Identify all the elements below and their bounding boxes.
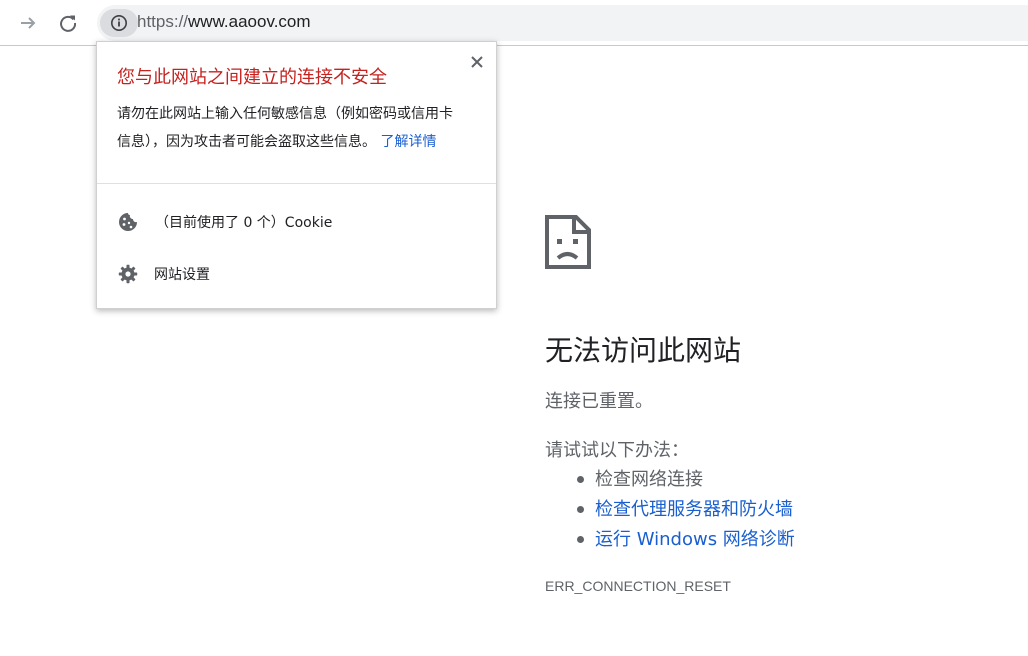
url-scheme: https://: [137, 12, 189, 31]
suggestion-list: 检查网络连接 检查代理服务器和防火墙 运行 Windows 网络诊断: [545, 465, 795, 555]
url-text[interactable]: https://www.aaoov.com: [137, 12, 311, 32]
suggestion-label[interactable]: 检查代理服务器和防火墙: [595, 499, 793, 520]
reload-icon: [60, 15, 77, 32]
bullet: [577, 476, 584, 483]
sad-document-icon: [545, 215, 591, 269]
cookies-label: （目前使用了 0 个）Cookie: [155, 215, 333, 231]
gear-icon: [117, 263, 139, 285]
popup-title: 您与此网站之间建立的连接不安全: [117, 67, 387, 88]
suggestion-label: 检查网络连接: [595, 469, 703, 490]
cookie-icon: [117, 211, 139, 233]
forward-arrow-icon: [21, 17, 36, 29]
forward-button[interactable]: [15, 10, 41, 36]
reload-button[interactable]: [55, 10, 81, 36]
popup-body-line2-text: 信息），因为攻击者可能会盗取这些信息。: [117, 134, 376, 150]
popup-body-line2: 信息），因为攻击者可能会盗取这些信息。 了解详情: [117, 128, 482, 156]
close-icon: [471, 56, 483, 68]
learn-more-link[interactable]: 了解详情: [380, 134, 436, 150]
cookies-row[interactable]: （目前使用了 0 个）Cookie: [117, 210, 477, 234]
error-title: 无法访问此网站: [545, 335, 742, 366]
site-settings-label: 网站设置: [154, 267, 210, 283]
info-icon: [111, 15, 127, 31]
bullet: [577, 506, 584, 513]
suggestion-label[interactable]: 运行 Windows 网络诊断: [595, 529, 795, 550]
address-bar[interactable]: https://www.aaoov.com: [97, 5, 1028, 41]
suggestion-check-proxy-link[interactable]: 检查代理服务器和防火墙: [545, 495, 795, 525]
popup-body: 请勿在此网站上输入任何敏感信息（例如密码或信用卡 信息），因为攻击者可能会盗取这…: [117, 100, 482, 156]
suggestion-run-diagnostics-link[interactable]: 运行 Windows 网络诊断: [545, 525, 795, 555]
url-host: www.aaoov.com: [188, 12, 311, 31]
error-code: ERR_CONNECTION_RESET: [545, 578, 731, 594]
site-settings-row[interactable]: 网站设置: [117, 262, 477, 286]
bullet: [577, 536, 584, 543]
site-info-popup: 您与此网站之间建立的连接不安全 请勿在此网站上输入任何敏感信息（例如密码或信用卡…: [96, 41, 497, 309]
popup-close-button[interactable]: [467, 52, 487, 72]
popup-divider: [97, 183, 496, 184]
site-info-button[interactable]: [100, 9, 138, 37]
browser-toolbar: https://www.aaoov.com: [0, 0, 1028, 46]
suggestion-check-network: 检查网络连接: [545, 465, 795, 495]
try-label: 请试试以下办法：: [545, 440, 689, 461]
popup-body-line1: 请勿在此网站上输入任何敏感信息（例如密码或信用卡: [117, 106, 453, 122]
error-subtitle: 连接已重置。: [545, 391, 653, 412]
